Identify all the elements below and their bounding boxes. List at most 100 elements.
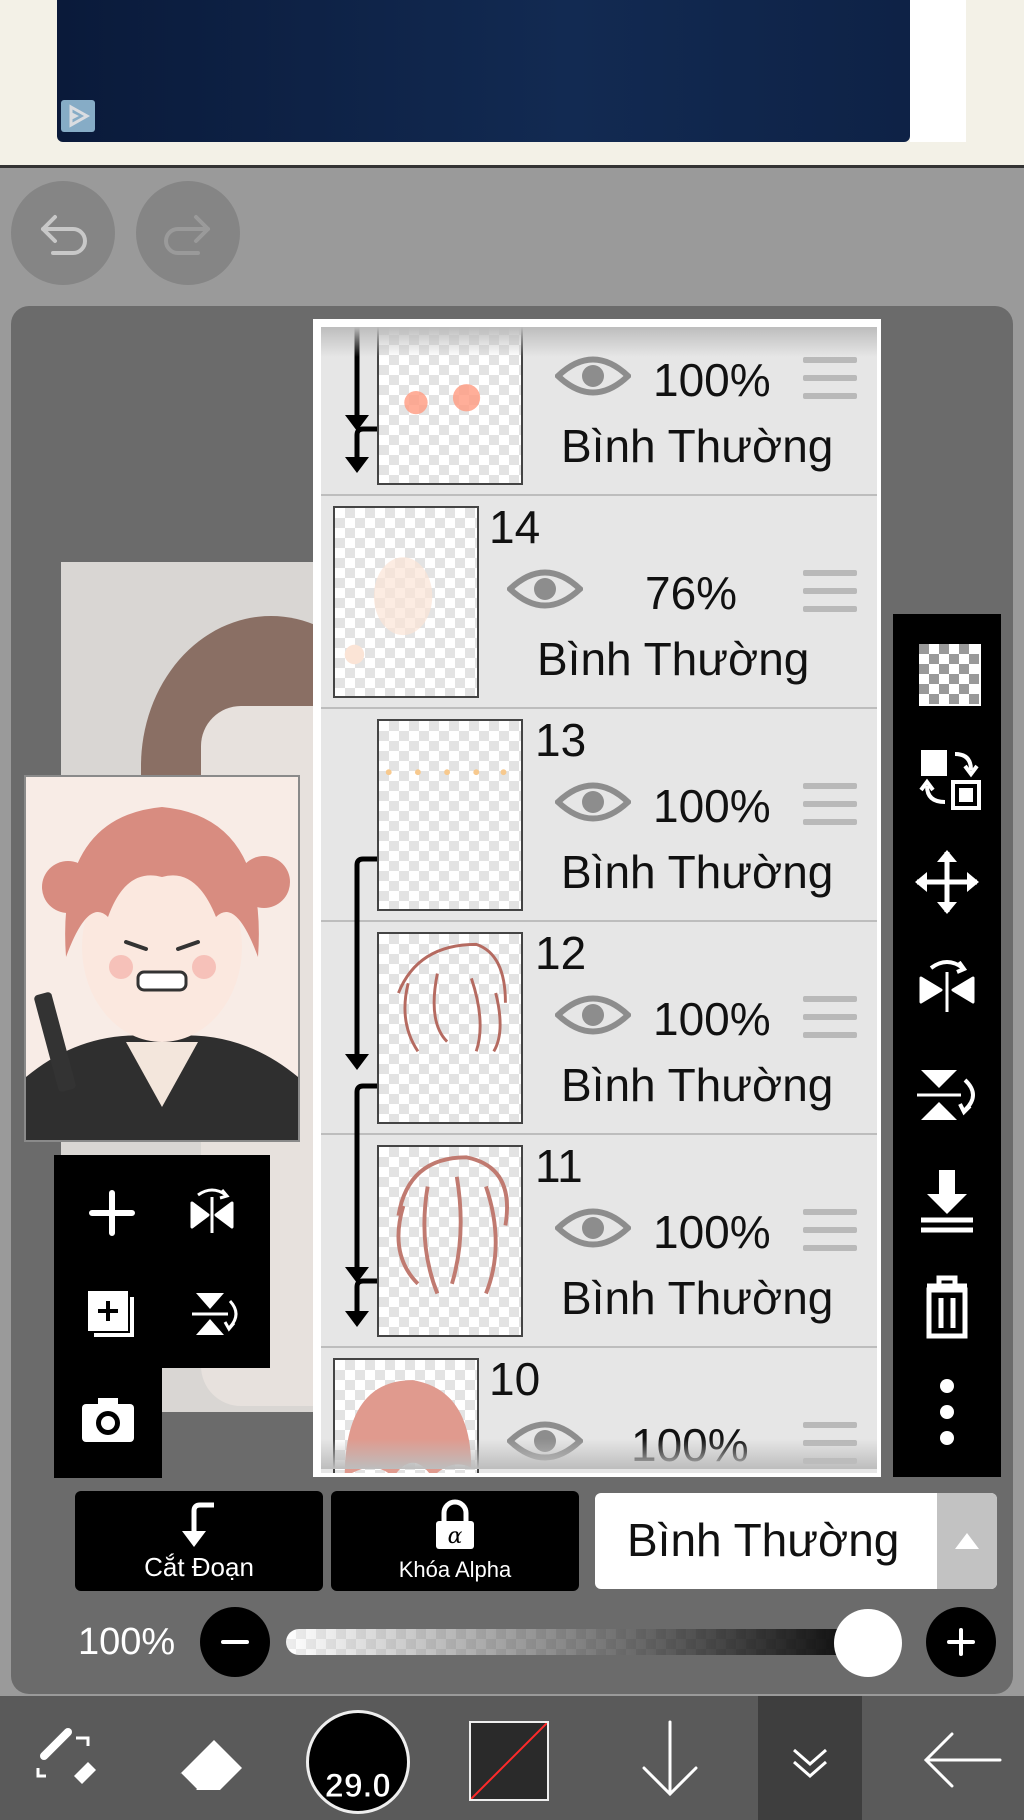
layer-opacity: 100% [653, 1206, 771, 1258]
arrow-left-icon [923, 1732, 1002, 1788]
camera-button[interactable] [54, 1368, 162, 1478]
layer-blend-mode: Bình Thường [537, 633, 810, 685]
visibility-eye-icon[interactable] [505, 1416, 585, 1466]
layer-opacity: 100% [653, 993, 771, 1045]
transparent-fill-button[interactable] [897, 620, 997, 720]
layer-opacity: 76% [645, 567, 738, 619]
visibility-eye-icon[interactable] [553, 351, 633, 401]
undo-button[interactable] [11, 181, 115, 285]
layer-blend-mode: Bình Thường [561, 420, 834, 472]
character-preview-image [26, 777, 298, 1140]
canvas-preview-thumbnail[interactable] [24, 775, 300, 1142]
blend-mode-value: Bình Thường [627, 1514, 900, 1566]
layer-thumbnail [333, 506, 479, 698]
visibility-eye-icon[interactable] [553, 777, 633, 827]
layer-opacity: 100% [631, 1419, 749, 1471]
tool-switch-button[interactable] [16, 1696, 116, 1820]
clipping-arrow-icon [182, 1502, 214, 1547]
redo-button[interactable] [136, 181, 240, 285]
opacity-slider-thumb[interactable] [834, 1609, 902, 1677]
trash-icon [926, 1275, 968, 1339]
drag-handle-icon[interactable] [803, 783, 857, 827]
collapse-panel-button[interactable] [758, 1696, 862, 1820]
swap-icon [919, 750, 981, 810]
flip-layer-horizontal-button[interactable] [897, 938, 997, 1038]
layer-row[interactable]: 13 100% Bình Thường [321, 709, 877, 922]
opacity-slider-track[interactable] [286, 1629, 886, 1655]
opacity-increase-button[interactable] [926, 1607, 996, 1677]
layer-row[interactable]: 11 100% Bình Thường [321, 1135, 877, 1348]
plus-icon [89, 1190, 135, 1236]
brush-size-button[interactable]: 29.0 [306, 1710, 410, 1814]
layer-number: 10 [489, 1353, 541, 1405]
delete-layer-button[interactable] [897, 1256, 997, 1356]
layer-row[interactable]: 10 100% [321, 1348, 877, 1473]
drag-handle-icon[interactable] [803, 357, 857, 401]
layer-actions-grid [54, 1155, 270, 1368]
more-options-button[interactable] [897, 1362, 997, 1462]
merge-down-icon [921, 1170, 973, 1233]
blend-mode-dropdown[interactable]: Bình Thường [595, 1493, 997, 1589]
layer-opacity-slider-row: 100% [0, 1607, 1024, 1681]
layer-blend-mode: Bình Thường [561, 1059, 834, 1111]
visibility-eye-icon[interactable] [553, 990, 633, 1040]
layer-opacity: 100% [653, 354, 771, 406]
clipping-indicator-icon [345, 327, 377, 473]
flip-vertical-icon [917, 1070, 975, 1120]
flip-layer-vertical-button[interactable] [897, 1044, 997, 1144]
bottom-toolbar: 29.0 [0, 1696, 1024, 1820]
back-button[interactable] [912, 1696, 1012, 1820]
brush-eraser-swap-icon [36, 1728, 96, 1784]
visibility-eye-icon[interactable] [553, 1203, 633, 1253]
layer-thumbnail [377, 932, 523, 1124]
layer-opacity: 100% [653, 780, 771, 832]
double-chevron-down-icon [793, 1748, 827, 1778]
minus-icon [221, 1640, 249, 1644]
merge-down-button[interactable] [897, 1150, 997, 1250]
eraser-tool-button[interactable] [160, 1696, 260, 1820]
layer-thumbnail [333, 1358, 479, 1473]
flip-vertical-button[interactable] [162, 1263, 262, 1363]
clipping-label: Cắt Đoạn [144, 1552, 254, 1582]
layer-number: 12 [535, 927, 587, 979]
drag-handle-icon[interactable] [803, 1209, 857, 1253]
layer-row[interactable]: 15 100% Bình Thường [321, 327, 877, 496]
flip-horizontal-icon [919, 960, 975, 1012]
ad-banner-edge [910, 0, 966, 142]
color-picker-button[interactable] [469, 1721, 549, 1801]
layer-thumbnail [377, 327, 523, 485]
layer-blend-mode: Bình Thường [561, 1272, 834, 1324]
duplicate-layer-button[interactable] [62, 1263, 162, 1363]
drag-handle-icon[interactable] [803, 1422, 857, 1466]
opacity-decrease-button[interactable] [200, 1607, 270, 1677]
ad-banner[interactable] [57, 0, 910, 142]
ad-choices-icon[interactable] [61, 100, 95, 132]
clipping-button[interactable]: Cắt Đoạn [75, 1491, 323, 1591]
move-layer-button[interactable] [897, 832, 997, 932]
layer-down-button[interactable] [620, 1696, 720, 1820]
ad-area [0, 0, 1024, 168]
layer-list[interactable]: 15 100% Bình Thường 14 76% Bình Thường 1… [321, 327, 877, 1473]
move-arrows-icon [915, 850, 979, 914]
swap-layer-button[interactable] [897, 726, 997, 826]
svg-text:α: α [448, 1524, 463, 1549]
drag-handle-icon[interactable] [803, 996, 857, 1040]
layer-row[interactable]: 12 100% Bình Thường [321, 922, 877, 1135]
layer-panel[interactable]: 15 100% Bình Thường 14 76% Bình Thường 1… [313, 319, 881, 1477]
alpha-lock-button[interactable]: α Khóa Alpha [331, 1491, 579, 1591]
visibility-eye-icon[interactable] [505, 564, 585, 614]
more-vertical-icon [940, 1379, 954, 1445]
brush-size-value: 29.0 [324, 1767, 392, 1806]
dropdown-arrow-icon [937, 1493, 997, 1589]
lock-alpha-icon: α [436, 1499, 474, 1549]
add-layer-button[interactable] [62, 1163, 162, 1263]
layer-blend-mode: Bình Thường [561, 846, 834, 898]
clipping-indicator-icon [354, 856, 377, 922]
layer-number: 15 [551, 327, 602, 337]
flip-horizontal-button[interactable] [162, 1163, 262, 1263]
layer-thumbnail [377, 719, 523, 911]
plus-icon [947, 1628, 975, 1656]
layer-row[interactable]: 14 76% Bình Thường [321, 496, 877, 709]
drag-handle-icon[interactable] [803, 570, 857, 614]
duplicate-layer-icon [88, 1291, 134, 1337]
